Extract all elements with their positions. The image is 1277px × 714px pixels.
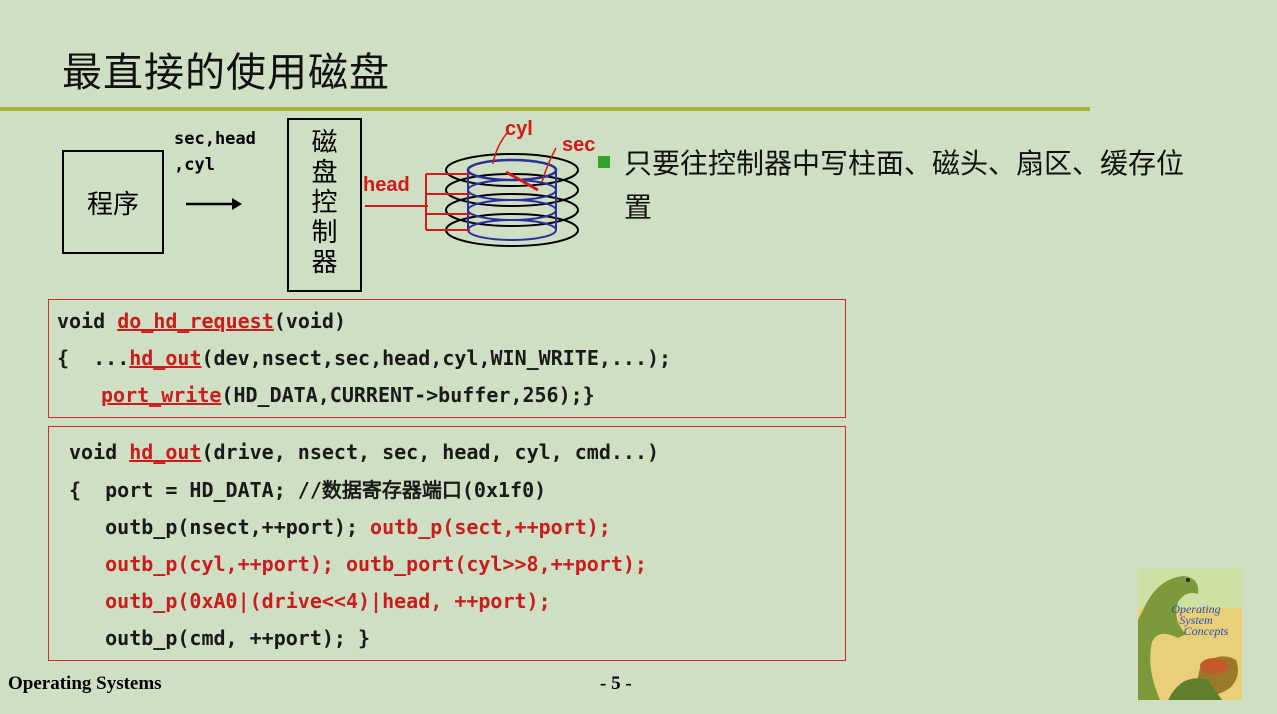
controller-char-4: 制: [311, 218, 338, 248]
code2-line-4: outb_p(cyl,++port); outb_port(cyl>>8,++p…: [69, 552, 647, 576]
bullet-text: 只要往控制器中写柱面、磁头、扇区、缓存位置: [624, 147, 1185, 224]
controller-char-2: 盘: [311, 158, 338, 188]
code2-line-2: { port = HD_DATA; //数据寄存器端口(0x1f0): [69, 478, 547, 502]
code-function-name: port_write: [101, 383, 222, 407]
controller-box: 磁 盘 控 制 器: [287, 118, 362, 292]
code2-line-1: void hd_out(drive, nsect, sec, head, cyl…: [69, 440, 659, 464]
program-label: 程序: [86, 189, 139, 220]
code-function-name: do_hd_request: [117, 309, 274, 333]
code-function-name: hd_out: [129, 440, 202, 464]
code1-line-2: { ...hd_out(dev,nsect,sec,head,cyl,WIN_W…: [57, 346, 671, 370]
code2-line-5: outb_p(0xA0|(drive<<4)|head, ++port);: [69, 589, 551, 613]
arrow-icon: [186, 198, 242, 210]
code1-line-1: void do_hd_request(void): [57, 309, 346, 333]
code2-line-3: outb_p(nsect,++port); outb_p(sect,++port…: [69, 515, 611, 539]
controller-char-1: 磁: [311, 128, 338, 158]
cyl-label: cyl: [505, 118, 533, 140]
book-cover-image: Operating System Concepts: [1138, 568, 1242, 700]
bullet-marker-icon: [598, 156, 610, 168]
code-args: (drive, nsect, sec, head, cyl, cmd...): [201, 440, 660, 464]
footer-course: Operating Systems: [8, 673, 162, 694]
code-block-request: void do_hd_request(void) { ...hd_out(dev…: [48, 299, 846, 418]
code-keyword: void: [57, 309, 118, 333]
code-args: (void): [273, 309, 347, 333]
controller-char-5: 器: [311, 248, 338, 278]
book-cover-title: Operating System Concepts: [1156, 603, 1236, 638]
code2-line-6: outb_p(cmd, ++port); }: [69, 626, 371, 650]
code-args: (HD_DATA,CURRENT->buffer,256);}: [221, 383, 595, 407]
title-divider: [0, 107, 1090, 111]
controller-char-3: 控: [311, 188, 338, 218]
code-args: (dev,nsect,sec,head,cyl,WIN_WRITE,...);: [201, 346, 672, 370]
code-text: outb_p(nsect,++port);: [69, 515, 371, 539]
parameter-line-1: sec,head: [174, 129, 256, 149]
parameter-line-2: ,cyl: [174, 155, 215, 175]
code1-line-3: port_write(HD_DATA,CURRENT->buffer,256);…: [101, 383, 595, 407]
program-box: 程序: [62, 150, 164, 254]
sec-label: sec: [562, 134, 596, 156]
head-label: head: [363, 174, 410, 196]
code-highlight: outb_p(sect,++port);: [370, 515, 611, 539]
slide-title: 最直接的使用磁盘: [62, 50, 390, 96]
code-keyword: void: [69, 440, 130, 464]
page-number: - 5 -: [600, 673, 632, 694]
code-function-name: hd_out: [129, 346, 202, 370]
code-block-hd-out: void hd_out(drive, nsect, sec, head, cyl…: [48, 426, 846, 661]
code-text: { ...: [57, 346, 130, 370]
parameter-label: sec,head ,cyl: [174, 126, 256, 178]
book-title-line-3: Concepts: [1183, 624, 1229, 638]
